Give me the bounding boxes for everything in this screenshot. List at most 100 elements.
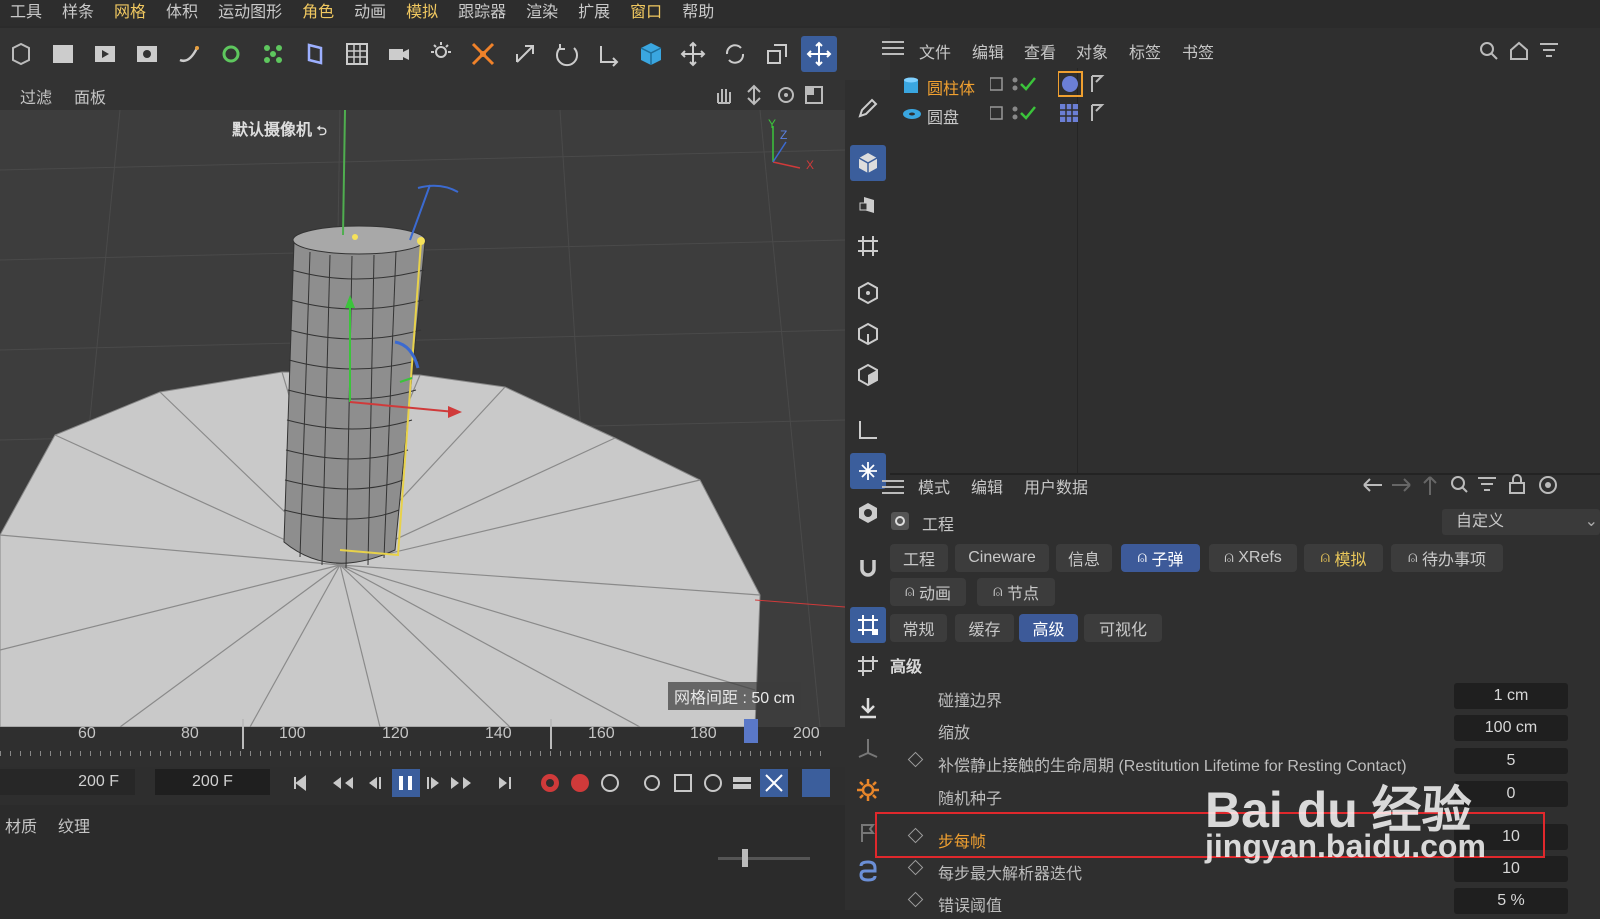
range-marker[interactable]	[550, 719, 552, 749]
model-mode-icon[interactable]	[850, 145, 886, 181]
hamburger-icon[interactable]	[882, 40, 904, 56]
menu-item-animation[interactable]: 动画	[344, 0, 396, 26]
menu-item-simulate[interactable]: 模拟	[396, 0, 448, 26]
tab-animation[interactable]: ⍝ 动画	[890, 578, 966, 606]
menu-item-volume[interactable]: 体积	[156, 0, 208, 26]
scatter-tool-icon[interactable]	[465, 36, 501, 72]
cube-primitive-icon[interactable]	[633, 36, 669, 72]
tab-todo[interactable]: ⍝ 待办事项	[1391, 544, 1503, 572]
object-tags[interactable]	[1058, 70, 1118, 130]
subtab-visualization[interactable]: 可视化	[1084, 614, 1162, 642]
mograph-cloner-icon[interactable]	[213, 36, 249, 72]
edges-mode-icon[interactable]	[850, 316, 886, 352]
param-value-field[interactable]: 1 cm	[1454, 683, 1568, 709]
array-icon[interactable]	[255, 36, 291, 72]
move-axis-icon[interactable]	[591, 36, 627, 72]
am-menu-edit[interactable]: 编辑	[971, 474, 1003, 498]
menu-item-help[interactable]: 帮助	[672, 0, 724, 26]
tab-nodes[interactable]: ⍝ 节点	[977, 578, 1055, 606]
render-view-icon[interactable]	[87, 36, 123, 72]
hamburger-icon[interactable]	[882, 479, 904, 495]
home-icon[interactable]	[1508, 40, 1530, 62]
tab-cineware[interactable]: Cineware	[955, 544, 1049, 572]
tab-xrefs[interactable]: ⍝ XRefs	[1209, 544, 1297, 572]
points-mode-icon[interactable]	[850, 275, 886, 311]
render-settings-icon[interactable]	[129, 36, 165, 72]
subtab-general[interactable]: 常规	[890, 614, 947, 642]
menu-item-tools[interactable]: 工具	[0, 0, 52, 26]
filter-icon[interactable]	[1538, 40, 1560, 62]
param-value-field[interactable]: 100 cm	[1454, 715, 1568, 741]
download-icon[interactable]	[850, 690, 886, 726]
playhead[interactable]	[744, 719, 758, 743]
end-frame-field[interactable]: 200 F	[155, 769, 270, 795]
workplane-icon[interactable]	[850, 607, 886, 643]
current-frame-field[interactable]: 200 F	[0, 769, 135, 795]
om-menu-edit[interactable]: 编辑	[972, 39, 1004, 63]
menu-item-mograph[interactable]: 运动图形	[208, 0, 292, 26]
am-menu-mode[interactable]: 模式	[918, 474, 950, 498]
keyframe-diamond-icon[interactable]	[907, 891, 924, 908]
transport-buttons[interactable]	[285, 769, 830, 799]
scale-axis-icon[interactable]	[507, 36, 543, 72]
om-menu-tags[interactable]: 标签	[1129, 39, 1161, 63]
tweak-mode-icon[interactable]	[850, 453, 886, 489]
subtab-advanced[interactable]: 高级	[1019, 614, 1078, 642]
axis-mode-icon[interactable]	[850, 412, 886, 448]
zoom-slider-track[interactable]	[718, 857, 810, 860]
tab-info[interactable]: 信息	[1056, 544, 1112, 572]
om-menu-object[interactable]: 对象	[1076, 39, 1108, 63]
rotate-axis-icon[interactable]	[549, 36, 585, 72]
undo-view-icon[interactable]	[3, 36, 39, 72]
param-value-field[interactable]: 5 %	[1454, 888, 1568, 914]
polygons-mode-icon[interactable]	[850, 357, 886, 393]
menu-item-window[interactable]: 窗口	[620, 0, 672, 26]
menu-item-render[interactable]: 渲染	[516, 0, 568, 26]
clapboard-icon[interactable]	[45, 36, 81, 72]
viewport-panel-menu[interactable]: 面板	[74, 84, 106, 108]
menu-item-character[interactable]: 角色	[292, 0, 344, 26]
viewport-filter-menu[interactable]: 过滤	[20, 84, 52, 108]
preset-dropdown[interactable]: 自定义 ⌄	[1442, 509, 1600, 535]
om-menu-view[interactable]: 查看	[1024, 39, 1056, 63]
move-tool-icon[interactable]	[675, 36, 711, 72]
keyframe-diamond-icon[interactable]	[907, 859, 924, 876]
texture-mode-icon[interactable]	[850, 187, 886, 223]
python-icon[interactable]	[850, 853, 886, 889]
camera-icon[interactable]	[381, 36, 417, 72]
menu-item-extensions[interactable]: 扩展	[568, 0, 620, 26]
camera-label[interactable]: 默认摄像机 ⮌	[232, 116, 327, 144]
om-menu-bookmarks[interactable]: 书签	[1182, 39, 1214, 63]
solo-mode-icon[interactable]	[850, 495, 886, 531]
tab-project[interactable]: 工程	[890, 544, 948, 572]
tab-bullet[interactable]: ⍝ 子弹	[1121, 544, 1200, 572]
viewport-nav-icons[interactable]	[714, 83, 834, 107]
magnet-snap-icon[interactable]	[850, 550, 886, 586]
am-nav-icons[interactable]	[1360, 473, 1590, 497]
menu-item-mesh[interactable]: 网格	[104, 0, 156, 26]
search-icon[interactable]	[1478, 40, 1500, 62]
tab-simulation[interactable]: ⍝ 模拟	[1304, 544, 1383, 572]
zoom-slider-handle[interactable]	[742, 849, 748, 867]
field-grid-icon[interactable]	[339, 36, 375, 72]
axis-lock-icon[interactable]	[850, 730, 886, 766]
menu-item-tracker[interactable]: 跟踪器	[448, 0, 516, 26]
scale-tool-icon[interactable]	[759, 36, 795, 72]
om-menu-file[interactable]: 文件	[919, 39, 951, 63]
subtab-cache[interactable]: 缓存	[955, 614, 1014, 642]
edit-pen-icon[interactable]	[850, 90, 886, 126]
deformer-icon[interactable]	[297, 36, 333, 72]
spline-pen-icon[interactable]	[171, 36, 207, 72]
3d-viewport[interactable]: 默认摄像机 ⮌ Y Z X 网格间距 : 50 cm	[0, 110, 845, 727]
workplane-align-icon[interactable]	[850, 648, 886, 684]
tab-material[interactable]: 材质	[5, 813, 37, 837]
rotate-tool-icon[interactable]	[717, 36, 753, 72]
timeline-ruler[interactable]: 60 80 100 120 140 160 180 200	[0, 719, 845, 767]
light-icon[interactable]	[423, 36, 459, 72]
grid-mode-icon[interactable]	[850, 228, 886, 264]
am-menu-userdata[interactable]: 用户数据	[1024, 474, 1088, 498]
tab-texture[interactable]: 纹理	[58, 813, 90, 837]
range-marker[interactable]	[242, 719, 244, 749]
keyframe-diamond-icon[interactable]	[907, 751, 924, 768]
sun-settings-icon[interactable]	[850, 772, 886, 808]
